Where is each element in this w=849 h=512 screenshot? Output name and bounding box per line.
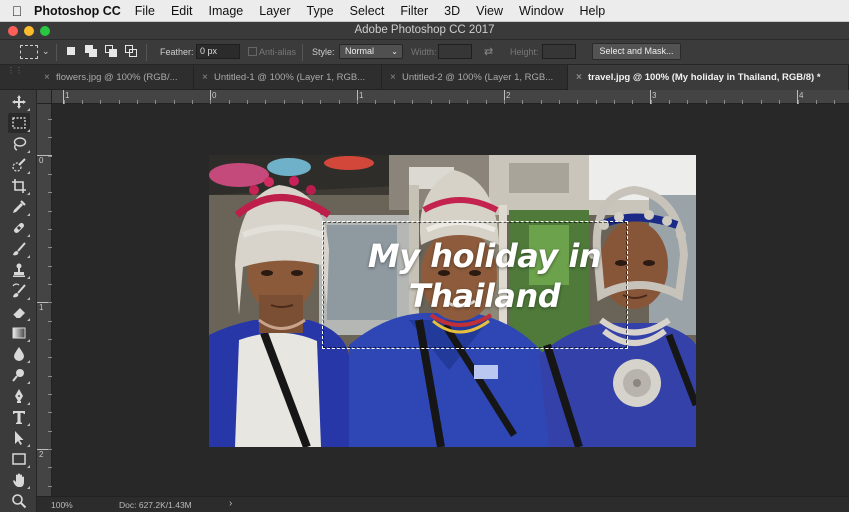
tab-untitled-1[interactable]: × Untitled-1 @ 100% (Layer 1, RGB... — [194, 65, 382, 90]
height-label: Height: — [510, 47, 539, 57]
photoshop-window:  Photoshop CC File Edit Image Layer Typ… — [0, 0, 849, 512]
selection-marquee[interactable] — [322, 221, 628, 349]
subtract-from-selection-icon[interactable] — [105, 45, 118, 58]
options-divider — [56, 44, 57, 61]
close-tab-icon[interactable]: × — [576, 65, 582, 90]
tab-label: Untitled-2 @ 100% (Layer 1, RGB... — [402, 72, 554, 83]
menu-image[interactable]: Image — [209, 4, 244, 18]
menu-layer[interactable]: Layer — [259, 4, 290, 18]
feather-label: Feather: — [160, 47, 194, 57]
eraser-tool-icon[interactable] — [8, 302, 30, 322]
tab-flowers[interactable]: × flowers.jpg @ 100% (RGB/... — [36, 65, 194, 90]
ruler-label: 1 — [359, 91, 364, 100]
menu-help[interactable]: Help — [580, 4, 606, 18]
tools-panel — [0, 90, 37, 512]
clone-stamp-tool-icon[interactable] — [8, 260, 30, 280]
ruler-label: 2 — [506, 91, 511, 100]
panel-grip-icon[interactable]: ⋮⋮ — [7, 66, 23, 75]
quick-selection-tool-icon[interactable] — [8, 155, 30, 175]
width-input[interactable] — [438, 44, 472, 59]
ruler-label: 4 — [799, 91, 804, 100]
options-divider — [302, 44, 303, 61]
hand-tool-icon[interactable] — [8, 470, 30, 490]
close-tab-icon[interactable]: × — [202, 65, 208, 90]
lasso-tool-icon[interactable] — [8, 134, 30, 154]
tab-untitled-2[interactable]: × Untitled-2 @ 100% (Layer 1, RGB... — [382, 65, 568, 90]
menu-file[interactable]: File — [135, 4, 155, 18]
eyedropper-tool-icon[interactable] — [8, 197, 30, 217]
horizontal-ruler[interactable]: 1 0 1 2 3 4 — [52, 90, 849, 104]
horizontal-ruler-ticks — [63, 90, 835, 104]
menu-bar:  Photoshop CC File Edit Image Layer Typ… — [0, 0, 849, 22]
menu-filter[interactable]: Filter — [400, 4, 428, 18]
menu-view[interactable]: View — [476, 4, 503, 18]
ruler-origin[interactable] — [37, 90, 52, 104]
zoom-tool-icon[interactable] — [8, 491, 30, 511]
tab-label: travel.jpg @ 100% (My holiday in Thailan… — [588, 72, 821, 83]
close-tab-icon[interactable]: × — [390, 65, 396, 90]
style-label: Style: — [312, 47, 335, 57]
app-menu[interactable]: Photoshop CC — [34, 4, 121, 18]
options-bar: ⌄ Feather: 0 px Anti-alias Style: Normal… — [0, 40, 849, 65]
select-and-mask-button[interactable]: Select and Mask... — [592, 43, 681, 60]
document-size-info: Doc: 627.2K/1.43M — [119, 500, 192, 510]
title-bar: Adobe Photoshop CC 2017 — [0, 22, 849, 40]
swap-dimensions-icon[interactable]: ⇄ — [484, 45, 493, 58]
ruler-label: 2 — [39, 450, 44, 459]
chevron-down-icon: ⌄ — [391, 47, 398, 56]
status-menu-arrow-icon[interactable]: › — [229, 498, 232, 509]
window-title: Adobe Photoshop CC 2017 — [354, 24, 495, 36]
menu-type[interactable]: Type — [307, 4, 334, 18]
document-tabs: ⋮⋮ × flowers.jpg @ 100% (RGB/... × Untit… — [0, 65, 849, 90]
apple-icon[interactable]:  — [0, 3, 34, 19]
zoom-level[interactable]: 100% — [51, 500, 73, 510]
path-selection-tool-icon[interactable] — [8, 428, 30, 448]
healing-brush-tool-icon[interactable] — [8, 218, 30, 238]
status-bar: 100% Doc: 627.2K/1.43M › — [37, 496, 849, 512]
chevron-down-icon[interactable]: ⌄ — [42, 46, 50, 57]
ruler-label: 0 — [39, 156, 44, 165]
pen-tool-icon[interactable] — [8, 386, 30, 406]
dodge-tool-icon[interactable] — [8, 365, 30, 385]
type-tool-icon[interactable] — [8, 407, 30, 427]
style-select[interactable]: Normal ⌄ — [339, 44, 403, 59]
ruler-label: 3 — [652, 91, 657, 100]
brush-tool-icon[interactable] — [8, 239, 30, 259]
move-tool-icon[interactable] — [8, 92, 30, 112]
feather-input[interactable]: 0 px — [196, 44, 240, 59]
marquee-tool-icon[interactable] — [8, 113, 30, 133]
new-selection-icon[interactable] — [65, 45, 78, 58]
intersect-selection-icon[interactable] — [125, 45, 138, 58]
vertical-ruler[interactable]: 0 1 2 — [37, 104, 52, 496]
width-label: Width: — [411, 47, 437, 57]
tab-travel[interactable]: × travel.jpg @ 100% (My holiday in Thail… — [568, 65, 849, 90]
menu-select[interactable]: Select — [350, 4, 385, 18]
ruler-label: 1 — [65, 91, 70, 100]
history-brush-tool-icon[interactable] — [8, 281, 30, 301]
close-tab-icon[interactable]: × — [44, 65, 50, 90]
blur-tool-icon[interactable] — [8, 344, 30, 364]
menu-window[interactable]: Window — [519, 4, 563, 18]
add-to-selection-icon[interactable] — [85, 45, 98, 58]
menu-3d[interactable]: 3D — [444, 4, 460, 18]
anti-alias-label: Anti-alias — [259, 47, 297, 57]
height-input[interactable] — [542, 44, 576, 59]
crop-tool-icon[interactable] — [8, 176, 30, 196]
ruler-label: 1 — [39, 303, 44, 312]
menu-edit[interactable]: Edit — [171, 4, 193, 18]
marquee-preset-icon[interactable] — [20, 45, 38, 59]
tab-label: Untitled-1 @ 100% (Layer 1, RGB... — [214, 72, 366, 83]
rectangle-tool-icon[interactable] — [8, 449, 30, 469]
options-divider — [146, 44, 147, 61]
anti-alias-checkbox[interactable] — [248, 47, 257, 56]
ruler-label: 0 — [212, 91, 217, 100]
style-select-value: Normal — [345, 46, 375, 56]
gradient-tool-icon[interactable] — [8, 323, 30, 343]
tab-label: flowers.jpg @ 100% (RGB/... — [56, 72, 178, 83]
